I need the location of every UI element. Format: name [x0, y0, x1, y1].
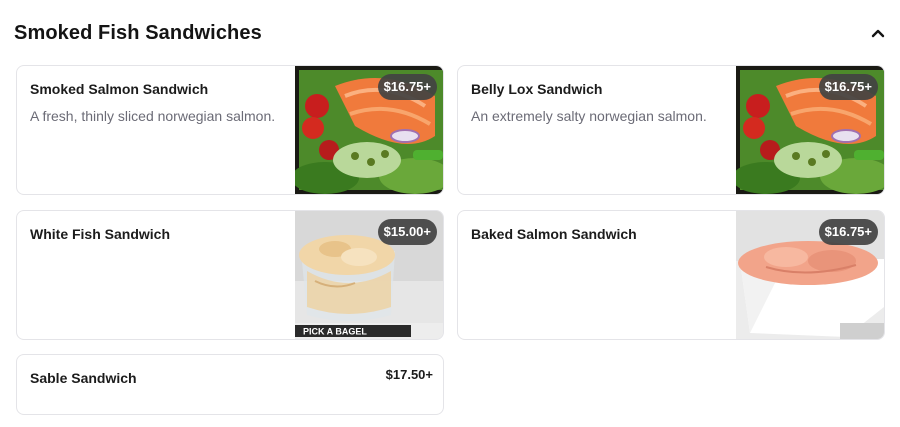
item-description: An extremely salty norwegian salmon. [471, 108, 707, 124]
item-name: Sable Sandwich [30, 370, 137, 386]
item-photo: $16.75+ [736, 211, 884, 339]
image-print-label: PICK A BAGEL [303, 327, 367, 337]
item-text: Smoked Salmon Sandwich A fresh, thinly s… [30, 80, 290, 126]
menu-item-card[interactable]: Smoked Salmon Sandwich A fresh, thinly s… [16, 65, 444, 195]
item-name: Smoked Salmon Sandwich [30, 81, 209, 97]
price-badge: $16.75+ [377, 74, 437, 100]
item-text: Sable Sandwich [30, 369, 290, 387]
section-title: Smoked Fish Sandwiches [14, 21, 262, 44]
item-photo: $16.75+ [295, 66, 443, 194]
menu-item-card[interactable]: Sable Sandwich $17.50+ [16, 354, 444, 415]
price-badge: $16.75+ [818, 219, 878, 245]
item-photo: $16.75+ [736, 66, 884, 194]
item-text: Belly Lox Sandwich An extremely salty no… [471, 80, 731, 126]
item-description: A fresh, thinly sliced norwegian salmon. [30, 108, 276, 124]
price-badge: $15.00+ [377, 219, 437, 245]
chevron-up-icon[interactable] [870, 25, 886, 41]
item-photo: PICK A BAGEL $15.00+ [295, 211, 443, 339]
menu-item-card[interactable]: Baked Salmon Sandwich $16.75+ [457, 210, 885, 340]
item-text: Baked Salmon Sandwich [471, 225, 731, 243]
item-price: $17.50+ [385, 367, 433, 382]
menu-item-card[interactable]: Belly Lox Sandwich An extremely salty no… [457, 65, 885, 195]
item-name: Belly Lox Sandwich [471, 81, 603, 97]
section-header[interactable]: Smoked Fish Sandwiches [14, 18, 886, 48]
item-text: White Fish Sandwich [30, 225, 290, 243]
item-name: White Fish Sandwich [30, 226, 171, 242]
price-badge: $16.75+ [818, 74, 878, 100]
menu-item-card[interactable]: White Fish Sandwich PICK A BAGEL $15.00+ [16, 210, 444, 340]
item-name: Baked Salmon Sandwich [471, 226, 637, 242]
